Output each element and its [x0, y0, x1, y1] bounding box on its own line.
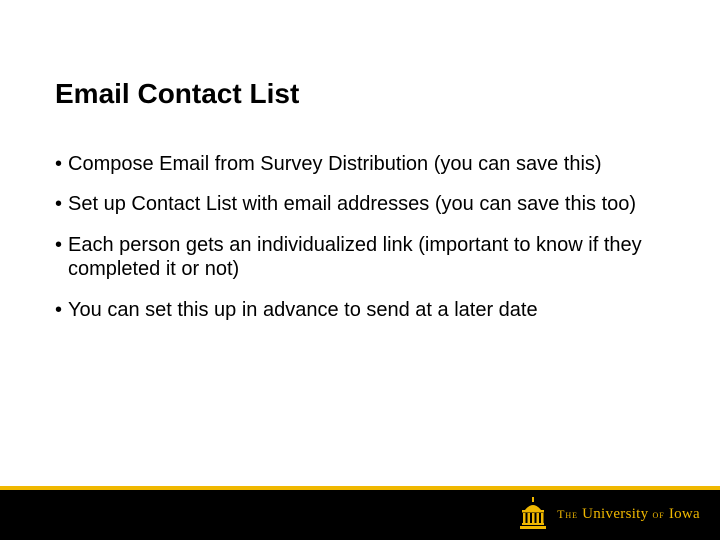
bullet-icon: •	[55, 192, 62, 216]
bullet-text: You can set this up in advance to send a…	[68, 298, 665, 322]
slide-title: Email Contact List	[55, 78, 299, 110]
university-logo: The University of Iowa	[517, 496, 700, 532]
logo-word-university: University	[582, 506, 648, 522]
slide: Email Contact List • Compose Email from …	[0, 0, 720, 540]
list-item: • Compose Email from Survey Distribution…	[55, 152, 665, 176]
footer-bar: The University of Iowa	[0, 490, 720, 540]
bullet-icon: •	[55, 298, 62, 322]
bullet-text: Set up Contact List with email addresses…	[68, 192, 665, 216]
bullet-icon: •	[55, 233, 62, 282]
logo-word-of: of	[653, 507, 665, 521]
logo-word-the: The	[557, 507, 578, 521]
bullet-icon: •	[55, 152, 62, 176]
list-item: • Set up Contact List with email address…	[55, 192, 665, 216]
bullet-text: Compose Email from Survey Distribution (…	[68, 152, 665, 176]
logo-word-iowa: Iowa	[669, 506, 700, 522]
bullet-text: Each person gets an individualized link …	[68, 233, 665, 282]
logo-text: The University of Iowa	[557, 506, 700, 523]
bullet-list: • Compose Email from Survey Distribution…	[55, 152, 665, 338]
dome-icon	[517, 496, 549, 532]
list-item: • You can set this up in advance to send…	[55, 298, 665, 322]
list-item: • Each person gets an individualized lin…	[55, 233, 665, 282]
